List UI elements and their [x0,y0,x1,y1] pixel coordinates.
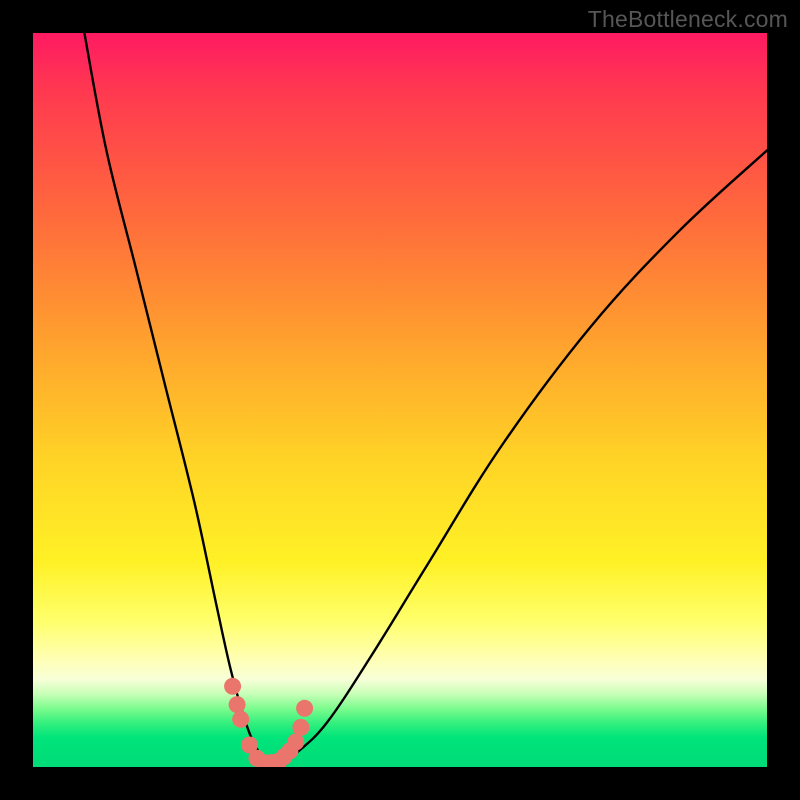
bottleneck-curve [84,33,767,765]
highlight-dot [232,711,249,728]
curve-layer [33,33,767,767]
highlight-dots [224,678,313,767]
watermark-text: TheBottleneck.com [588,6,788,33]
plot-area [33,33,767,767]
highlight-dot [287,734,304,751]
chart-frame: TheBottleneck.com [0,0,800,800]
highlight-dot [229,696,246,713]
highlight-dot [296,700,313,717]
highlight-dot [292,719,309,736]
highlight-dot [224,678,241,695]
